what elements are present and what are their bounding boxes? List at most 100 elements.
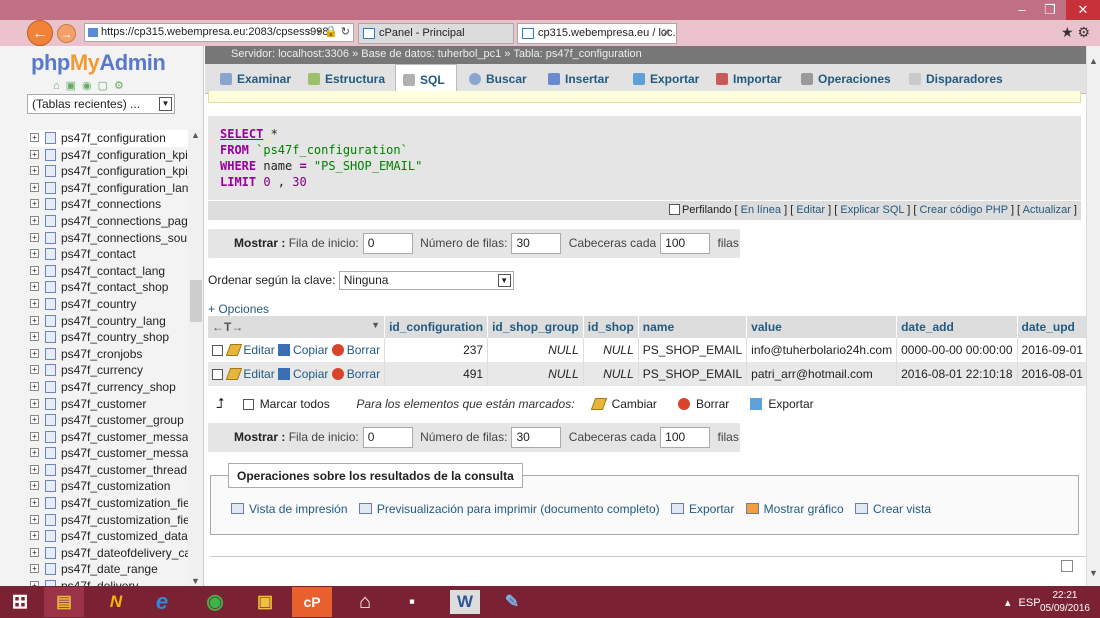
cell-id-shop[interactable]: NULL (583, 338, 639, 362)
sidebar-table-item[interactable]: +ps47f_delivery (28, 578, 193, 586)
scroll-up-icon[interactable]: ▲ (191, 130, 200, 140)
expand-icon[interactable]: + (30, 265, 39, 275)
cell-name[interactable]: PS_SHOP_EMAIL (638, 338, 748, 362)
cell-id-shop[interactable]: NULL (583, 362, 639, 386)
tab-buscar[interactable]: Buscar (466, 64, 527, 94)
sidebar-table-item[interactable]: + ps47f_connections_page (28, 213, 193, 230)
cell-id-configuration[interactable]: 491 (384, 362, 489, 386)
console-icon[interactable] (1061, 560, 1073, 572)
tab-phpmyadmin[interactable]: cp315.webempresa.eu / loc... ✕ (517, 23, 677, 44)
forward-button[interactable]: → (57, 24, 76, 43)
back-button[interactable]: ← (27, 20, 53, 46)
recent-tables-select[interactable]: (Tablas recientes) ... ▼ (27, 94, 175, 114)
num-rows-input[interactable]: 30 (511, 233, 562, 255)
cell-id-shop-group[interactable]: NULL (487, 338, 584, 362)
sidebar-table-item[interactable]: + ps47f_customization (28, 478, 193, 495)
tab-examinar[interactable]: Examinar (217, 64, 291, 94)
tab-cpanel[interactable]: cPanel - Principal (358, 23, 514, 44)
sidebar-table-item[interactable]: + ps47f_contact_shop (28, 279, 193, 296)
sidebar-table-item[interactable]: + ps47f_customer_thread (28, 462, 193, 479)
chrome-icon[interactable]: ◉ (195, 587, 235, 617)
maximize-icon[interactable]: ❐ (1040, 0, 1060, 20)
expand-icon[interactable]: + (30, 348, 39, 358)
home-icon[interactable]: ⌂ (345, 587, 385, 617)
file-explorer-icon[interactable]: ▤ (44, 587, 84, 617)
row-checkbox[interactable] (212, 345, 223, 356)
mark-all-label[interactable]: Marcar todos (260, 397, 330, 411)
tab-close-icon[interactable]: ✕ (662, 24, 671, 43)
windows-start-icon[interactable]: ⊞ (0, 587, 40, 617)
breadcrumb-server[interactable]: Servidor: localhost:3306 (231, 48, 349, 60)
tray-chevron-icon[interactable]: ▴ (1005, 597, 1011, 609)
expand-icon[interactable]: + (30, 381, 39, 391)
copy-row-button[interactable]: Copiar (278, 367, 328, 381)
internet-explorer-icon[interactable]: e (142, 587, 182, 617)
expand-icon[interactable]: + (30, 398, 39, 408)
sidebar-table-item[interactable]: + ps47f_connections (28, 196, 193, 213)
create-php-link[interactable]: Crear código PHP (919, 204, 1007, 216)
expand-icon[interactable]: + (30, 498, 39, 508)
delete-row-button[interactable]: Borrar (331, 367, 380, 381)
sidebar-table-item[interactable]: + ps47f_currency_shop (28, 379, 193, 396)
bulk-delete-button[interactable]: Borrar (677, 397, 729, 411)
col-id-shop[interactable]: id_shop (583, 316, 639, 338)
sidebar-table-item[interactable]: + ps47f_country_lang (28, 313, 193, 330)
col-date-add[interactable]: date_add (896, 316, 1018, 338)
cell-value[interactable]: info@tuherbolario24h.com (746, 338, 898, 362)
sidebar-scrollbar-thumb[interactable] (190, 280, 202, 322)
expand-icon[interactable]: + (30, 298, 39, 308)
expand-icon[interactable]: + (30, 215, 39, 225)
options-link[interactable]: + Opciones (208, 302, 269, 316)
create-view-link[interactable]: Crear vista (855, 502, 931, 516)
tab-sql[interactable]: SQL (395, 64, 457, 94)
sidebar-table-item[interactable]: + ps47f_currency (28, 362, 193, 379)
expand-icon[interactable]: + (30, 448, 39, 458)
minimize-icon[interactable]: – (1012, 0, 1032, 20)
close-icon[interactable]: ✕ (1066, 0, 1100, 20)
edit-query-link[interactable]: Editar (796, 204, 825, 216)
expand-icon[interactable]: + (30, 315, 39, 325)
tab-importar[interactable]: Importar (713, 64, 782, 94)
expand-icon[interactable]: + (30, 332, 39, 342)
sidebar-table-item[interactable]: + ps47f_configuration_kpi (28, 147, 193, 164)
sidebar-table-item[interactable]: + ps47f_configuration_kpi_l (28, 163, 193, 180)
breadcrumb-database[interactable]: Base de datos: tuherbol_pc1 (361, 48, 501, 60)
sidebar-table-item[interactable]: + ps47f_country (28, 296, 193, 313)
edit-row-button[interactable]: Editar (226, 343, 275, 357)
cell-name[interactable]: PS_SHOP_EMAIL (638, 362, 748, 386)
expand-icon[interactable]: + (30, 149, 39, 159)
folder-icon[interactable]: ▣ (245, 587, 285, 617)
expand-icon[interactable]: + (30, 365, 39, 375)
clock[interactable]: 22:21 05/09/2016 (1040, 589, 1090, 615)
expand-icon[interactable]: + (30, 133, 39, 142)
expand-icon[interactable]: + (30, 481, 39, 491)
start-row-input[interactable]: 0 (362, 233, 413, 255)
favorites-settings-icons[interactable]: ★ ⚙ (1061, 24, 1090, 41)
profiling-checkbox[interactable] (668, 204, 680, 215)
sql-select-keyword[interactable]: SELECT (220, 127, 263, 141)
inline-edit-link[interactable]: En línea (741, 204, 781, 216)
column-arrows-header[interactable]: ←T→ ▼ (208, 316, 386, 338)
row-checkbox[interactable] (212, 369, 223, 380)
sql-query-box[interactable]: SELECT * FROM `ps47f_configuration` WHER… (208, 116, 1081, 200)
cell-id-configuration[interactable]: 237 (384, 338, 489, 362)
sidebar-table-item[interactable]: + ps47f_customer_messag (28, 429, 193, 446)
expand-icon[interactable]: + (30, 531, 39, 541)
sidebar-table-item[interactable]: + ps47f_contact (28, 246, 193, 263)
expand-icon[interactable]: + (30, 564, 39, 574)
expand-icon[interactable]: + (30, 464, 39, 474)
print-view-link[interactable]: Vista de impresión (231, 502, 348, 516)
copy-row-button[interactable]: Copiar (278, 343, 328, 357)
sidebar-table-item[interactable]: + ps47f_customer_group (28, 412, 193, 429)
sidebar-table-item[interactable]: + ps47f_configuration_lang (28, 180, 193, 197)
order-key-select[interactable]: Ninguna ▼ (338, 271, 514, 291)
export-link[interactable]: Exportar (670, 502, 734, 516)
breadcrumb-table[interactable]: Tabla: ps47f_configuration (513, 48, 641, 60)
col-id-configuration[interactable]: id_configuration (384, 316, 489, 338)
tab-disparadores[interactable]: Disparadores (906, 64, 1003, 94)
paint-icon[interactable]: ✎ (492, 587, 532, 617)
scroll-down-icon[interactable]: ▼ (191, 576, 200, 586)
expand-icon[interactable]: + (30, 249, 39, 259)
expand-icon[interactable]: + (30, 415, 39, 425)
language-indicator[interactable]: ▴ ESP (1005, 596, 1041, 609)
